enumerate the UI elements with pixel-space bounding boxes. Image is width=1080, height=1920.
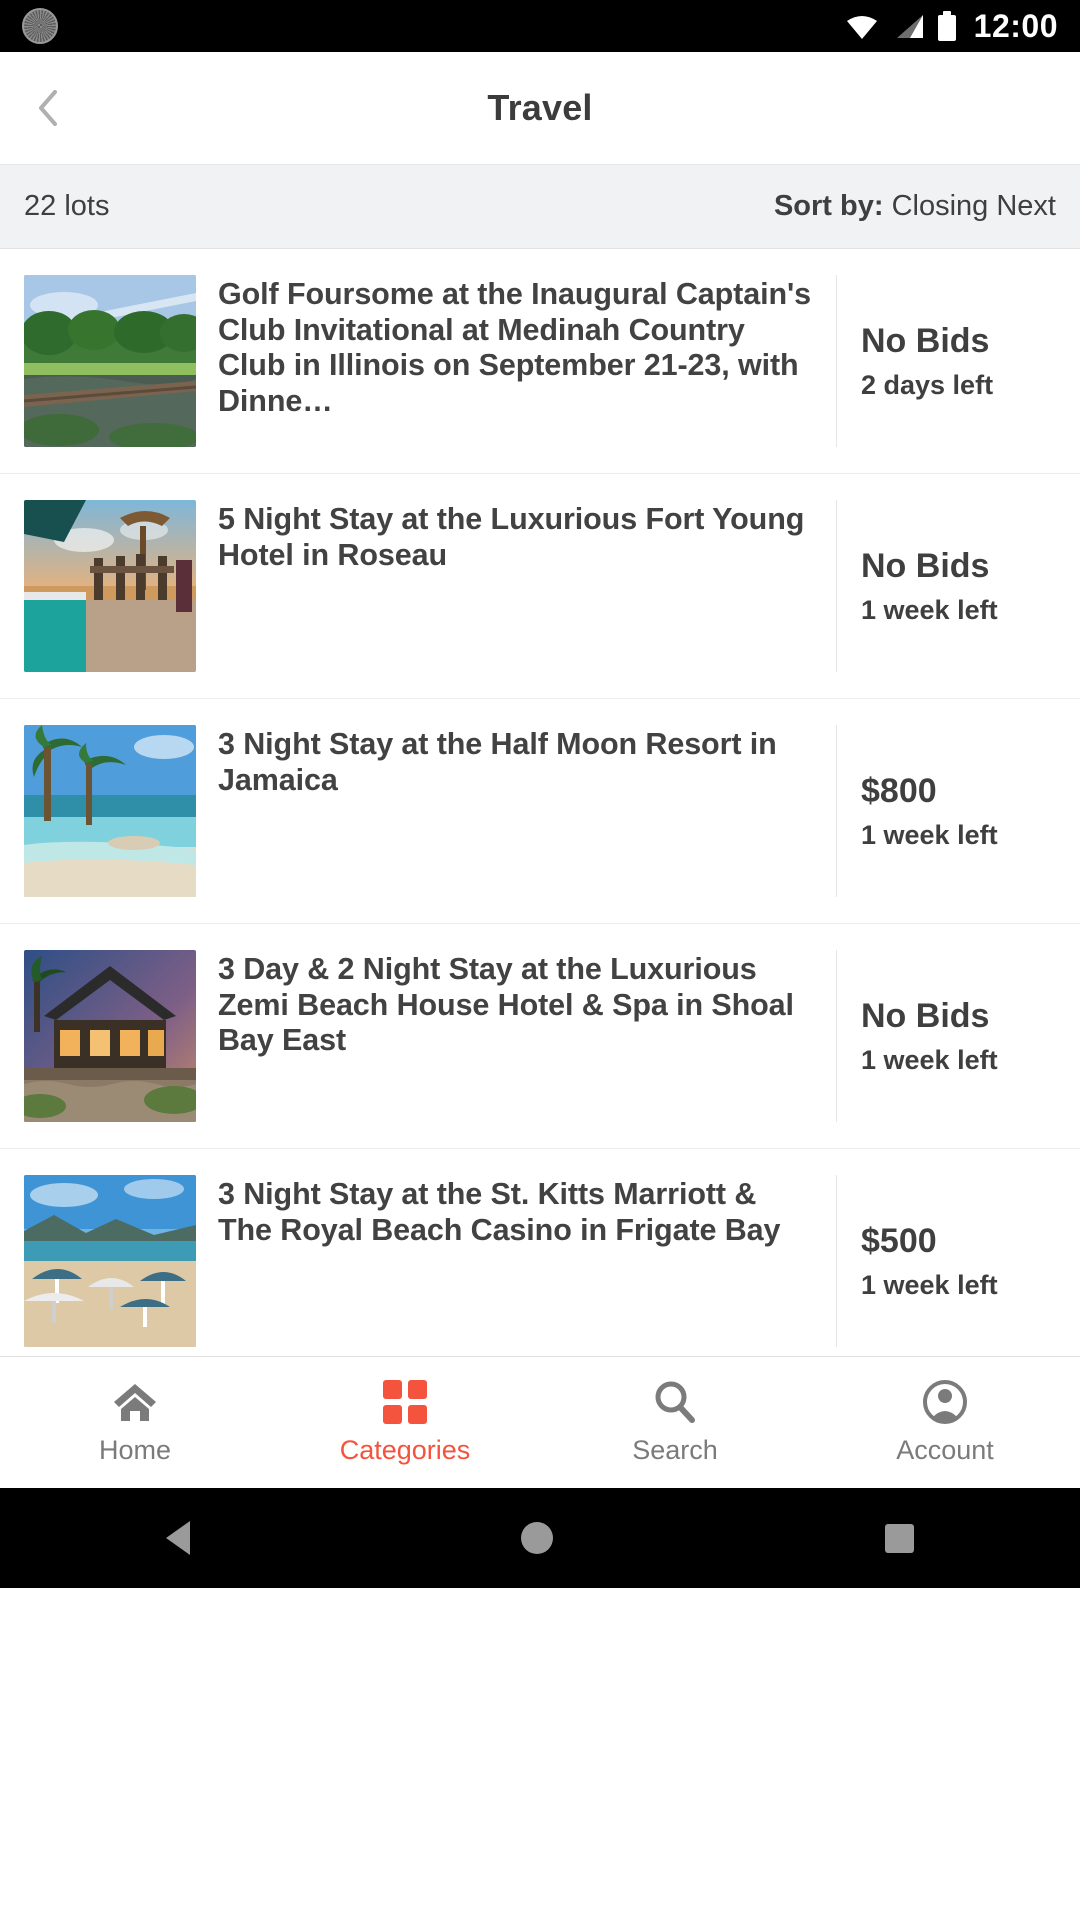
lot-bid-panel: No Bids 1 week left — [836, 500, 1080, 672]
lot-main: Golf Foursome at the Inaugural Captain's… — [196, 275, 836, 447]
battery-icon — [937, 11, 956, 41]
circle-home-icon[interactable] — [521, 1522, 554, 1554]
chevron-left-icon — [37, 89, 59, 127]
list-item[interactable]: 3 Night Stay at the Half Moon Resort in … — [0, 699, 1080, 924]
status-bar-time: 12:00 — [973, 7, 1058, 44]
list-item[interactable]: 5 Night Stay at the Luxurious Fort Young… — [0, 474, 1080, 699]
lot-title: 3 Night Stay at the Half Moon Resort in … — [218, 727, 777, 797]
sort-value: Closing Next — [891, 190, 1056, 222]
tab-account[interactable]: Account — [810, 1357, 1080, 1488]
lot-thumbnail — [24, 500, 196, 672]
tab-account-label: Account — [896, 1435, 994, 1465]
sort-label: Sort by: — [773, 190, 884, 222]
lot-time-left: 1 week left — [861, 820, 998, 851]
lot-time-left: 1 week left — [861, 1045, 998, 1076]
app-badge-icon — [22, 8, 58, 44]
lot-bid-amount: No Bids — [861, 546, 990, 585]
tab-home-label: Home — [98, 1435, 172, 1465]
sort-bar: 22 lots Sort by: Closing Next — [0, 164, 1080, 249]
sort-control[interactable]: Sort by: Closing Next — [774, 190, 1056, 223]
cellular-signal-icon — [893, 12, 925, 40]
lot-main: 3 Night Stay at the Half Moon Resort in … — [196, 725, 836, 897]
lot-bid-panel: $800 1 week left — [836, 725, 1080, 897]
lot-bid-panel: No Bids 1 week left — [836, 950, 1080, 1122]
tab-categories-label: Categories — [339, 1435, 471, 1465]
grid-icon — [383, 1379, 427, 1425]
tab-search[interactable]: Search — [540, 1357, 810, 1488]
lot-title: Golf Foursome at the Inaugural Captain's… — [218, 277, 811, 419]
lot-title: 3 Night Stay at the St. Kitts Marriott &… — [218, 1177, 781, 1247]
lot-title: 5 Night Stay at the Luxurious Fort Young… — [218, 502, 805, 572]
lot-thumbnail — [24, 950, 196, 1122]
lot-thumbnail — [24, 275, 196, 447]
search-icon — [652, 1379, 698, 1425]
tab-search-label: Search — [632, 1435, 718, 1465]
wifi-icon — [844, 12, 880, 40]
page-title: Travel — [487, 87, 593, 128]
app-header: Travel — [0, 52, 1080, 164]
list-item[interactable]: 3 Night Stay at the St. Kitts Marriott &… — [0, 1149, 1080, 1356]
lot-time-left: 1 week left — [861, 595, 998, 626]
bottom-tab-bar: Home Categories Search Account — [0, 1356, 1080, 1488]
system-navigation-bar — [0, 1488, 1080, 1588]
lot-main: 3 Night Stay at the St. Kitts Marriott &… — [196, 1175, 836, 1347]
lot-thumbnail — [24, 1175, 196, 1347]
home-icon — [111, 1379, 159, 1425]
lot-time-left: 1 week left — [861, 1270, 998, 1301]
status-bar: 12:00 — [0, 0, 1080, 52]
lot-main: 5 Night Stay at the Luxurious Fort Young… — [196, 500, 836, 672]
list-item[interactable]: Golf Foursome at the Inaugural Captain's… — [0, 249, 1080, 474]
tab-home[interactable]: Home — [0, 1357, 270, 1488]
lot-list[interactable]: Golf Foursome at the Inaugural Captain's… — [0, 249, 1080, 1356]
lot-main: 3 Day & 2 Night Stay at the Luxurious Ze… — [196, 950, 836, 1122]
lot-bid-amount: No Bids — [861, 321, 990, 360]
back-button[interactable] — [0, 52, 96, 164]
lots-count: 22 lots — [24, 190, 110, 222]
tab-categories[interactable]: Categories — [270, 1357, 540, 1488]
status-bar-icons: 12:00 — [844, 8, 1058, 45]
square-recents-icon[interactable] — [885, 1523, 915, 1553]
lot-title: 3 Day & 2 Night Stay at the Luxurious Ze… — [218, 952, 794, 1058]
lot-bid-panel: No Bids 2 days left — [836, 275, 1080, 447]
triangle-back-icon[interactable] — [165, 1521, 190, 1555]
account-icon — [922, 1379, 968, 1425]
lot-bid-amount: No Bids — [861, 996, 990, 1035]
lot-bid-amount: $800 — [861, 771, 937, 810]
list-item[interactable]: 3 Day & 2 Night Stay at the Luxurious Ze… — [0, 924, 1080, 1149]
lot-thumbnail — [24, 725, 196, 897]
lot-bid-panel: $500 1 week left — [836, 1175, 1080, 1347]
lot-bid-amount: $500 — [861, 1221, 937, 1260]
lot-time-left: 2 days left — [861, 370, 994, 401]
